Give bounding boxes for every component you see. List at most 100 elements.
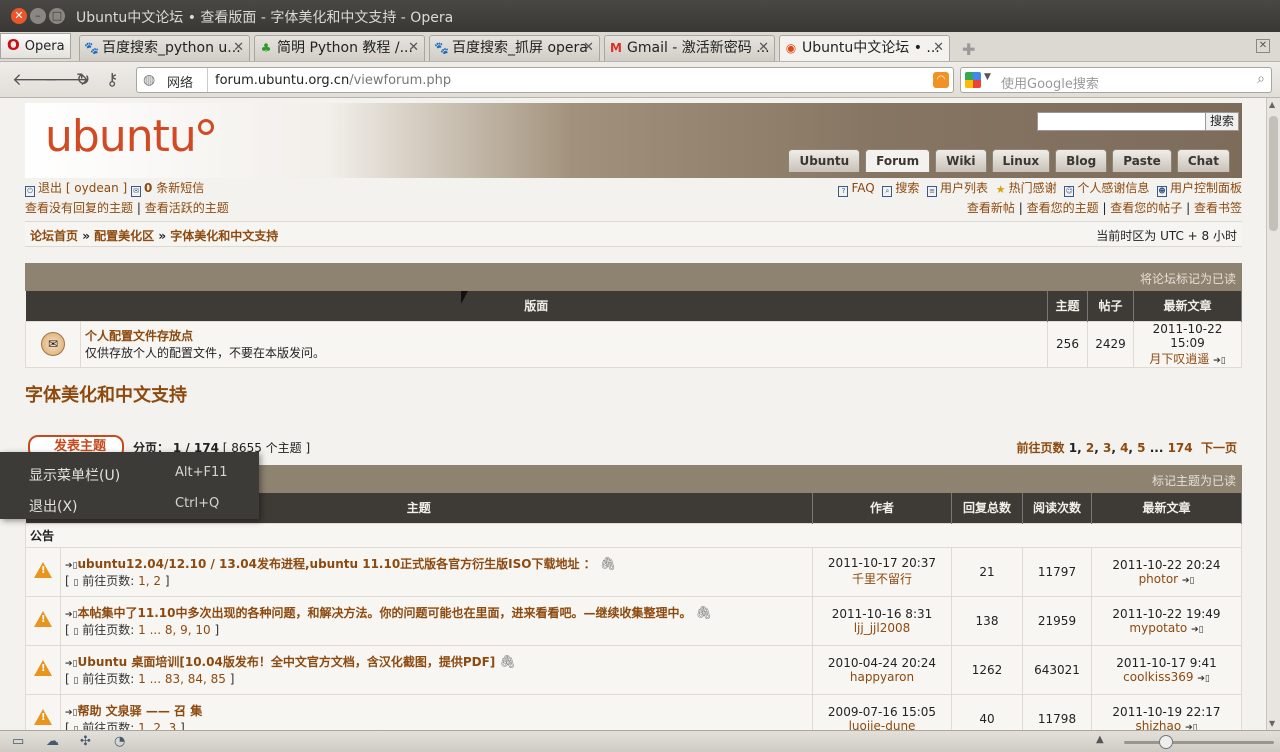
search-icon[interactable]: ⌕ [1257,71,1265,87]
tab-close-icon[interactable]: ✕ [933,36,944,60]
nav-tab-blog[interactable]: Blog [1055,149,1108,172]
scroll-up-icon[interactable]: ▲ [1269,100,1275,109]
last-post-user[interactable]: mypotato [1129,621,1187,635]
last-post-user[interactable]: shizhao [1135,719,1181,731]
page-last[interactable]: 174 [1168,441,1193,455]
search-link[interactable]: 搜索 [895,181,919,195]
topic-title[interactable]: 帮助 文泉驿 —— 召 集 [78,704,203,718]
google-icon[interactable] [965,72,981,88]
tab-python-tutorial[interactable]: ♣ 简明 Python 教程 /... ✕ [254,35,425,61]
key-icon[interactable]: ⚷ [106,70,118,90]
window-minimize-button[interactable]: – [30,8,46,24]
goto-last-post-icon[interactable]: ➔▯ [1197,674,1210,684]
breadcrumb-forum[interactable]: 字体美化和中文支持 [170,229,278,243]
site-search-button[interactable]: 搜索 [1204,112,1239,131]
mark-topics-read-link[interactable]: 标记主题为已读 [1152,474,1236,488]
page-2[interactable]: 2 [1086,441,1094,455]
new-post-icon[interactable]: ➔▯ [65,561,78,571]
goto-last-post-icon[interactable]: ➔▯ [1191,625,1204,635]
address-field[interactable]: ◍ 网络 forum.ubuntu.org.cn/viewforum.php ◠ [136,67,954,93]
tab-close-icon[interactable]: ✕ [408,36,419,60]
nav-tab-wiki[interactable]: Wiki [935,149,987,172]
topic-title[interactable]: 本帖集中了11.10中多次出现的各种问题，和解决方法。你的问题可能也在里面，进来… [78,606,692,620]
unite-icon[interactable]: ✣ [80,734,91,749]
zoom-slider-handle[interactable] [1159,735,1173,749]
page-5[interactable]: 5 [1137,441,1145,455]
window-maximize-button[interactable]: □ [49,8,65,24]
bookmarks-link[interactable]: 查看书签 [1194,201,1242,215]
topic-title[interactable]: ubuntu12.04/12.10 / 13.04发布进程,ubuntu 11.… [78,557,596,571]
active-topics-link[interactable]: 查看活跃的主题 [145,201,229,215]
tab-close-icon[interactable]: ✕ [758,36,769,60]
nav-tab-linux[interactable]: Linux [991,149,1051,172]
topic-title[interactable]: Ubuntu 桌面培训[10.04版发布！全中文官方文档，含汉化截图，提供PDF… [78,655,496,669]
tab-baidu-python[interactable]: 🐾 百度搜索_python u... ✕ [79,35,250,61]
subforum-name[interactable]: 个人配置文件存放点 [85,327,1047,344]
page-4[interactable]: 4 [1120,441,1128,455]
tab-ubuntu-forum[interactable]: ◉ Ubuntu中文论坛 • ... ✕ [779,35,950,61]
reload-icon[interactable]: ↻ [76,70,90,90]
last-post-user[interactable]: coolkiss369 [1123,670,1193,684]
pm-link[interactable]: 0 条新短信 [144,181,204,195]
your-topics-link[interactable]: 查看您的主题 [1027,201,1099,215]
member-list-link[interactable]: 用户列表 [940,181,988,195]
tab-close-icon[interactable]: ✕ [233,36,244,60]
menu-item-exit[interactable]: 退出(X) Ctrl+Q [0,490,259,520]
faq-link[interactable]: FAQ [851,181,874,195]
goto-last-post-icon[interactable]: ➔▯ [1185,723,1198,731]
nav-tab-ubuntu[interactable]: Ubuntu [788,149,861,172]
site-search-input[interactable] [1037,112,1207,131]
cloud-icon[interactable]: ☁ [46,734,59,749]
my-thanks-link[interactable]: 个人感谢信息 [1077,181,1149,195]
page-scrollbar[interactable]: ▲ ▼ [1266,98,1280,730]
new-post-icon[interactable]: ➔▯ [65,708,78,718]
goto-last-post-icon[interactable]: ➔▯ [1213,356,1226,366]
scroll-down-icon[interactable]: ▼ [1269,719,1275,728]
speed-dial-icon[interactable]: ◔ [114,734,125,749]
new-tab-icon[interactable]: ✚ [962,40,975,59]
new-posts-link[interactable]: 查看新帖 [967,201,1015,215]
next-page-link[interactable]: 下一页 [1201,441,1237,455]
tab-baidu-screenshot[interactable]: 🐾 百度搜索_抓屏 opera ✕ [429,35,600,61]
zoom-slider[interactable] [1124,741,1274,744]
author-link[interactable]: 千里不留行 [852,572,912,586]
topic-pages[interactable]: 1, 2 [138,574,161,588]
your-posts-link[interactable]: 查看您的帖子 [1110,201,1182,215]
rss-feed-icon[interactable]: ◠ [933,72,949,88]
tab-gmail[interactable]: M Gmail - 激活新密码 ... ✕ [604,35,775,61]
logout-link[interactable]: 退出 [ oydean ] [38,181,127,195]
author-link[interactable]: luojie-dune [849,719,916,731]
page-3[interactable]: 3 [1103,441,1111,455]
close-window-tab-icon[interactable]: ✕ [1256,39,1270,53]
url-text[interactable]: forum.ubuntu.org.cn/viewforum.php [215,73,451,88]
nav-tab-paste[interactable]: Paste [1112,149,1172,172]
nav-tab-forum[interactable]: Forum [865,149,931,172]
chevron-down-icon[interactable]: ▼ [984,72,991,82]
control-panel-link[interactable]: 用户控制面板 [1170,181,1242,195]
ubuntu-logo[interactable]: ubuntu [45,111,214,162]
top-thanks-link[interactable]: 热门感谢 [1009,181,1057,195]
unanswered-link[interactable]: 查看没有回复的主题 [25,201,133,215]
menu-item-show-menubar[interactable]: 显示菜单栏(U) Alt+F11 [0,459,259,489]
author-link[interactable]: ljj_jjl2008 [854,621,911,635]
zoom-menu-icon[interactable]: ▲ [1096,734,1104,745]
mark-forums-read-link[interactable]: 将论坛标记为已读 [1140,272,1236,286]
topic-pages[interactable]: 1 ... 83, 84, 85 [138,672,226,686]
nav-tab-chat[interactable]: Chat [1176,149,1230,172]
window-close-button[interactable]: ✕ [11,8,27,24]
new-post-icon[interactable]: ➔▯ [65,610,78,620]
topic-pages[interactable]: 1, 2, 3 [138,721,176,731]
last-post-user[interactable]: photor [1139,572,1179,586]
search-field[interactable]: ▼ 使用Google搜索 ⌕ [960,67,1272,93]
breadcrumb-home[interactable]: 论坛首页 [30,229,78,243]
panel-toggle-icon[interactable]: ▭ [12,734,24,749]
scrollbar-thumb[interactable] [1269,116,1278,231]
new-post-icon[interactable]: ➔▯ [65,659,78,669]
tab-close-icon[interactable]: ✕ [583,36,594,60]
opera-menu-button[interactable]: O Opera [0,33,71,59]
breadcrumb-section[interactable]: 配置美化区 [94,229,154,243]
goto-last-post-icon[interactable]: ➔▯ [1182,576,1195,586]
author-link[interactable]: happyaron [850,670,914,684]
subforum-last-user[interactable]: 月下叹逍遥 [1149,352,1209,366]
topic-pages[interactable]: 1 ... 8, 9, 10 [138,623,211,637]
